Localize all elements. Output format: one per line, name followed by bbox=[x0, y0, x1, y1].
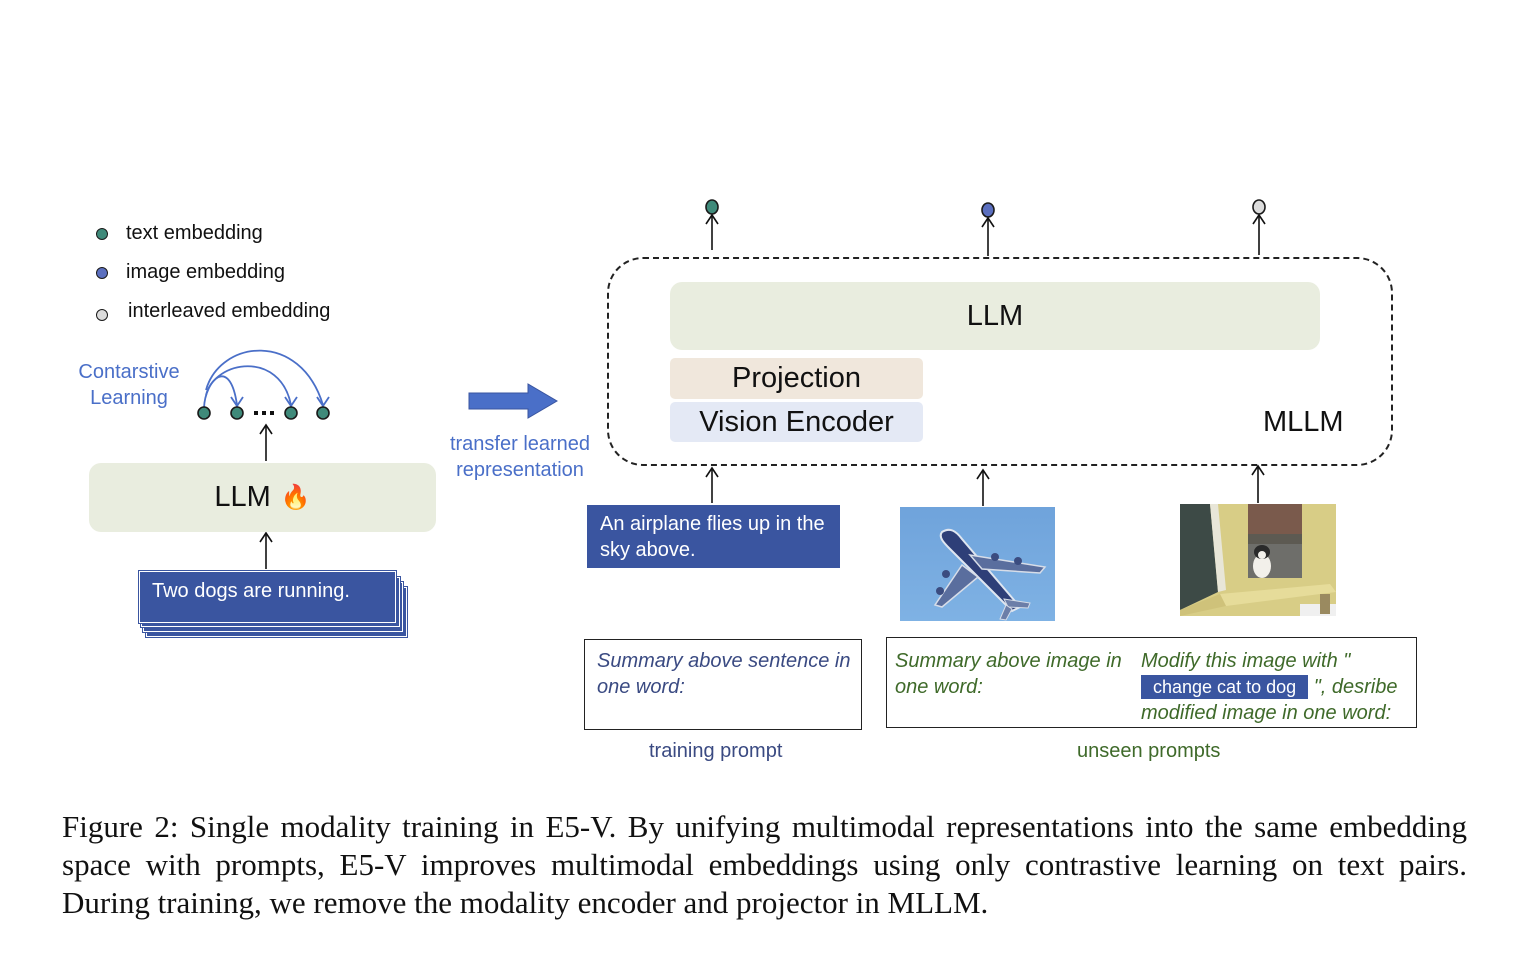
projection-block: Projection bbox=[670, 358, 923, 399]
up-arrow-icon bbox=[705, 466, 719, 503]
text-input-card: An airplane flies up in the sky above. bbox=[587, 505, 840, 568]
unseen-prompts-box: Summary above image in one word: Modify … bbox=[886, 637, 1417, 728]
flame-icon: 🔥 bbox=[280, 484, 311, 511]
transfer-label-line1: transfer learned bbox=[449, 433, 591, 455]
up-arrow-icon bbox=[1251, 464, 1265, 503]
up-arrow-icon bbox=[1252, 213, 1266, 255]
up-arrow-icon bbox=[705, 213, 719, 250]
llm-block-trainable: LLM 🔥 bbox=[89, 463, 436, 532]
llm-label: LLM bbox=[966, 299, 1024, 332]
unseen-prompt-interleaved: Modify this image with " change cat to d… bbox=[1141, 648, 1416, 726]
up-arrow-icon bbox=[976, 468, 990, 506]
transfer-label-line2: representation bbox=[456, 459, 584, 481]
text-embedding-dot-icon bbox=[705, 199, 719, 215]
airplane-image bbox=[900, 507, 1055, 621]
mllm-llm-block: LLM bbox=[670, 282, 1320, 350]
airplane-icon bbox=[933, 528, 1047, 621]
unseen-prompt-2-pre: Modify this image with " bbox=[1141, 650, 1351, 672]
ellipsis-dot bbox=[254, 411, 258, 415]
unseen-prompts-caption: unseen prompts bbox=[1077, 740, 1221, 762]
transfer-label: transfer learned representation bbox=[440, 431, 600, 483]
cat-window-illustration bbox=[1180, 504, 1336, 616]
mllm-label: MLLM bbox=[1263, 406, 1344, 438]
training-prompt-text: Summary above sentence in one word: bbox=[597, 650, 851, 698]
llm-label: LLM bbox=[214, 481, 271, 513]
vision-encoder-block: Vision Encoder bbox=[670, 402, 923, 442]
text-embedding-dot-icon bbox=[316, 406, 330, 420]
up-arrow-icon bbox=[981, 216, 995, 256]
unseen-prompt-image: Summary above image in one word: bbox=[895, 650, 1122, 698]
contrastive-arc-2 bbox=[205, 365, 292, 406]
up-arrow-icon bbox=[259, 423, 273, 461]
training-prompt-caption: training prompt bbox=[649, 740, 783, 762]
interleaved-embedding-dot-icon bbox=[1252, 199, 1266, 215]
image-embedding-dot-icon bbox=[981, 202, 995, 218]
ellipsis-dot bbox=[270, 411, 274, 415]
text-pair-input: Two dogs are running. bbox=[152, 580, 350, 602]
contrastive-arc-3 bbox=[205, 349, 324, 406]
ellipsis-dot bbox=[262, 411, 266, 415]
text-embedding-dot-icon bbox=[197, 406, 211, 420]
up-arrow-icon bbox=[259, 531, 273, 569]
arrowhead bbox=[316, 396, 330, 408]
instruction-highlight: change cat to dog bbox=[1141, 675, 1309, 699]
text-pair-card-front: Two dogs are running. bbox=[139, 571, 396, 623]
training-prompt-box: Summary above sentence in one word: bbox=[584, 639, 862, 730]
text-embedding-dot-icon bbox=[284, 406, 298, 420]
transfer-arrow-icon bbox=[468, 383, 558, 419]
cat-window-image bbox=[1180, 504, 1336, 616]
projection-label: Projection bbox=[732, 362, 861, 394]
figure-caption: Figure 2: Single modality training in E5… bbox=[62, 809, 1467, 920]
text-embedding-dot-icon bbox=[230, 406, 244, 420]
vision-encoder-label: Vision Encoder bbox=[699, 405, 894, 438]
